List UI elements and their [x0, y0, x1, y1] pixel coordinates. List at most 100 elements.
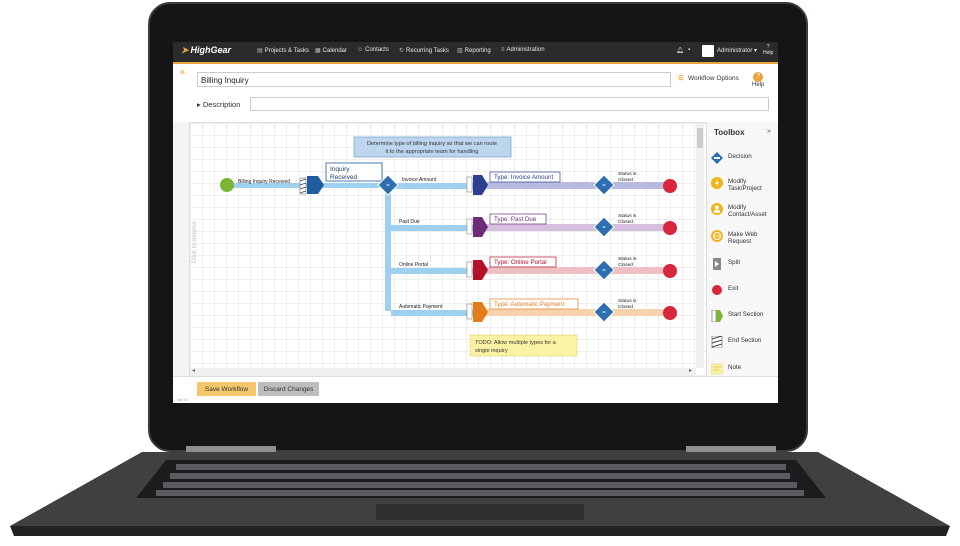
note-bottom[interactable]: TODO: Allow multiple types for a single …: [469, 334, 578, 357]
svg-text:Past Due: Past Due: [399, 219, 420, 225]
split-icon: [713, 258, 721, 270]
scroll-right-icon[interactable]: ▸: [689, 367, 692, 374]
svg-text:Online Portal: Online Portal: [399, 262, 428, 268]
svg-text:Closed: Closed: [618, 177, 633, 183]
start-node[interactable]: [220, 178, 234, 192]
nav-contacts[interactable]: ☺ Contacts: [357, 47, 389, 53]
canvas-vertical-scrollbar[interactable]: [696, 124, 704, 368]
svg-text:Received: Received: [330, 174, 357, 181]
nav-administration[interactable]: ≡ Administration: [501, 47, 545, 53]
list-icon: ☰: [678, 75, 684, 82]
branch-lane-3: [391, 267, 665, 274]
contacts-icon: ☺: [357, 47, 364, 53]
svg-text:Inquiry: Inquiry: [330, 166, 350, 173]
branch-4-exit-node[interactable]: [663, 306, 677, 320]
svg-text:Closed: Closed: [618, 219, 633, 225]
branch-1-section[interactable]: [473, 175, 488, 195]
pin-icon[interactable]: ✳: [179, 68, 186, 77]
svg-text:Type: Past Due: Type: Past Due: [494, 216, 537, 223]
toolbox-panel: Toolbox » Decision Modify Task/Project M…: [706, 122, 778, 382]
description-toggle[interactable]: ▸ Description: [197, 100, 240, 109]
section-label[interactable]: Inquiry Received: [325, 162, 383, 182]
save-workflow-button[interactable]: Save Workflow: [197, 382, 256, 396]
question-icon: ?: [753, 72, 764, 82]
branch-2-exit-node[interactable]: [663, 221, 677, 235]
description-field[interactable]: [250, 97, 769, 111]
scroll-thumb[interactable]: [697, 128, 703, 148]
branch-2-section[interactable]: [473, 217, 488, 237]
svg-text:Closed: Closed: [618, 304, 633, 310]
nav-reporting[interactable]: ▥ Reporting: [457, 47, 491, 54]
svg-text:Status is: Status is: [618, 256, 637, 262]
canvas-horizontal-scrollbar[interactable]: ◂ ▸: [191, 368, 696, 375]
exit-icon: [712, 285, 722, 295]
nav-recurring-tasks[interactable]: ↻ Recurring Tasks: [399, 47, 449, 54]
svg-text:Type: Invoice Amount: Type: Invoice Amount: [494, 174, 553, 181]
scroll-left-icon[interactable]: ◂: [192, 367, 195, 374]
workflow-canvas[interactable]: Click to rename Determine type of billin…: [189, 122, 707, 378]
discard-changes-button[interactable]: Discard Changes: [258, 382, 319, 396]
workflow-title-input[interactable]: Billing Inquiry: [197, 72, 671, 87]
lightning-icon: [711, 177, 723, 189]
app-screen: ➤ HighGear ▤ Projects & Tasks ▦ Calendar ☺ C…: [173, 42, 778, 403]
calendar-icon: ▦: [315, 48, 321, 54]
recurring-icon: ↻: [399, 48, 405, 54]
rename-hint[interactable]: Click to rename: [192, 221, 198, 263]
svg-text:Type: Automatic Payment: Type: Automatic Payment: [494, 301, 564, 308]
branch-3-type-label[interactable]: Type: Online Portal: [489, 256, 557, 268]
workflow-diagram: Determine type of billing inquiry so tha…: [220, 136, 677, 357]
nav-calendar[interactable]: ▦ Calendar: [315, 47, 347, 54]
branch-1-type-label[interactable]: Type: Invoice Amount: [489, 171, 561, 183]
start-section-icon: [711, 310, 723, 322]
person-icon: [711, 203, 723, 215]
avatar[interactable]: [702, 45, 714, 57]
svg-text:=: =: [386, 183, 390, 189]
workflow-options-button[interactable]: ☰ Workflow Options: [678, 74, 739, 82]
svg-text:=: =: [602, 225, 606, 231]
branch-lane-4: [391, 309, 665, 316]
decision-icon: [711, 152, 723, 164]
laptop-base: [10, 446, 950, 536]
svg-text:Billing Inquiry Received: Billing Inquiry Received: [238, 179, 290, 185]
note-top[interactable]: Determine type of billing inquiry so tha…: [353, 136, 512, 158]
svg-text:Status is: Status is: [618, 171, 637, 177]
svg-text:Status is: Status is: [618, 298, 637, 304]
help-button[interactable]: ? Help: [752, 72, 764, 88]
collapse-icon[interactable]: »: [767, 128, 771, 135]
branch-4-section[interactable]: [473, 302, 488, 322]
svg-text:TODO: Allow multiple types for: TODO: Allow multiple types for a: [475, 340, 557, 346]
top-nav-bar: ➤ HighGear ▤ Projects & Tasks ▦ Calendar ☺ C…: [173, 42, 778, 64]
branch-1-exit-node[interactable]: [663, 179, 677, 193]
note-icon: [711, 363, 723, 375]
svg-text:Type: Online Portal: Type: Online Portal: [494, 259, 547, 266]
svg-text:Automatic Payment: Automatic Payment: [399, 304, 443, 310]
branch-2-type-label[interactable]: Type: Past Due: [489, 213, 547, 225]
svg-text:it to the appropriate team for: it to the appropriate team for handling: [386, 149, 479, 155]
branch-lane-1: [391, 182, 665, 189]
globe-icon: [711, 230, 723, 242]
nav-projects-tasks[interactable]: ▤ Projects & Tasks: [257, 47, 309, 54]
highgear-logo[interactable]: ➤ HighGear: [181, 45, 231, 56]
toolbox-title: Toolbox: [714, 128, 745, 137]
bell-icon[interactable]: 🔔︎: [676, 47, 684, 54]
section-start-marker[interactable]: [307, 176, 324, 194]
svg-text:Invoice Amount: Invoice Amount: [402, 177, 437, 183]
admin-icon: ≡: [501, 47, 505, 53]
branch-3-exit-node[interactable]: [663, 264, 677, 278]
svg-text:=: =: [602, 268, 606, 274]
help-top-button[interactable]: ? Help: [763, 44, 773, 56]
user-menu[interactable]: Administrator ▾: [717, 47, 757, 54]
svg-text:=: =: [602, 183, 606, 189]
svg-text:Closed: Closed: [618, 262, 633, 268]
svg-text:Determine type of billing inqu: Determine type of billing inquiry so tha…: [367, 141, 497, 147]
svg-text:=: =: [602, 310, 606, 316]
workflow-header: ✳ Billing Inquiry ☰ Workflow Options ? Hel…: [173, 64, 778, 122]
chat-icon[interactable]: ▪: [688, 47, 690, 53]
svg-text:single inquiry: single inquiry: [475, 348, 508, 354]
branch-4-type-label[interactable]: Type: Automatic Payment: [489, 298, 579, 310]
end-section-icon: [711, 336, 723, 348]
chart-icon: ▥: [457, 48, 463, 54]
branch-3-section[interactable]: [473, 260, 488, 280]
version-label: v8.0.0: [177, 397, 188, 402]
footer-bar: Save Workflow Discard Changes v8.0.0: [173, 376, 778, 403]
